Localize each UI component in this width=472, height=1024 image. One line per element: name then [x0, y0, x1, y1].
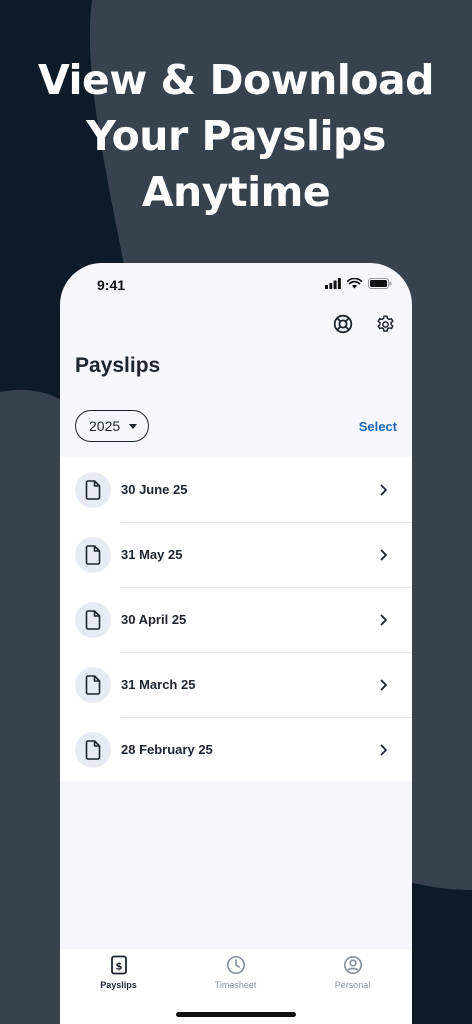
- document-icon: [75, 471, 111, 508]
- payslip-item[interactable]: 31 May 25: [60, 522, 412, 587]
- chevron-right-icon: [380, 549, 392, 561]
- battery-icon: [368, 278, 392, 289]
- payslip-icon: $: [110, 955, 127, 975]
- home-indicator: [176, 1012, 296, 1017]
- promo-headline: View & Download Your Payslips Anytime: [0, 52, 472, 220]
- headline-line-2: Your Payslips: [86, 112, 386, 160]
- chevron-right-icon: [380, 484, 392, 496]
- tab-payslips[interactable]: $ Payslips: [60, 955, 177, 990]
- phone-screen: 9:41 Payslips 2025 Select 30 June 25 31 …: [60, 263, 412, 1024]
- document-icon: [75, 666, 111, 703]
- page-title: Payslips: [75, 354, 161, 377]
- user-icon: [343, 955, 362, 975]
- tab-bar: $ Payslips Timesheet Personal: [60, 949, 412, 1024]
- document-icon: [75, 536, 111, 573]
- payslip-list: 30 June 25 31 May 25 30 April 25 31 Marc…: [60, 457, 412, 782]
- payslip-date: 30 June 25: [121, 482, 188, 497]
- wifi-icon: [347, 278, 362, 289]
- clock-icon: [226, 955, 245, 975]
- tab-label-personal: Personal: [334, 980, 371, 990]
- chevron-right-icon: [380, 679, 392, 691]
- svg-text:$: $: [115, 962, 122, 973]
- signal-icon: [325, 278, 341, 289]
- payslip-date: 31 May 25: [121, 547, 183, 562]
- payslip-item[interactable]: 30 June 25: [60, 457, 412, 522]
- settings-button[interactable]: [374, 313, 396, 335]
- headline-line-3: Anytime: [141, 168, 331, 216]
- year-filter-dropdown[interactable]: 2025: [75, 410, 149, 442]
- caret-down-icon: [129, 423, 138, 429]
- payslip-item[interactable]: 31 March 25: [60, 652, 412, 717]
- chevron-right-icon: [380, 614, 392, 626]
- year-filter-value: 2025: [89, 418, 121, 434]
- chevron-right-icon: [380, 744, 392, 756]
- headline-line-1: View & Download: [37, 56, 435, 104]
- payslip-date: 31 March 25: [121, 677, 196, 692]
- select-button[interactable]: Select: [359, 419, 397, 434]
- status-time: 9:41: [97, 277, 126, 293]
- status-icons: [325, 278, 392, 289]
- document-icon: [75, 731, 111, 768]
- tab-timesheet[interactable]: Timesheet: [177, 955, 294, 990]
- tab-label-timesheet: Timesheet: [214, 980, 257, 990]
- payslip-date: 30 April 25: [121, 612, 187, 627]
- payslip-item[interactable]: 28 February 25: [60, 717, 412, 782]
- settings-gear-icon: [376, 314, 394, 332]
- tab-label-payslips: Payslips: [100, 980, 137, 990]
- status-bar: 9:41: [60, 263, 412, 307]
- help-lifebuoy-icon: [333, 314, 353, 334]
- payslip-item[interactable]: 30 April 25: [60, 587, 412, 652]
- tab-personal[interactable]: Personal: [294, 955, 411, 990]
- document-icon: [75, 601, 111, 638]
- payslip-date: 28 February 25: [121, 742, 213, 757]
- header-actions: [332, 313, 396, 335]
- help-button[interactable]: [332, 313, 354, 335]
